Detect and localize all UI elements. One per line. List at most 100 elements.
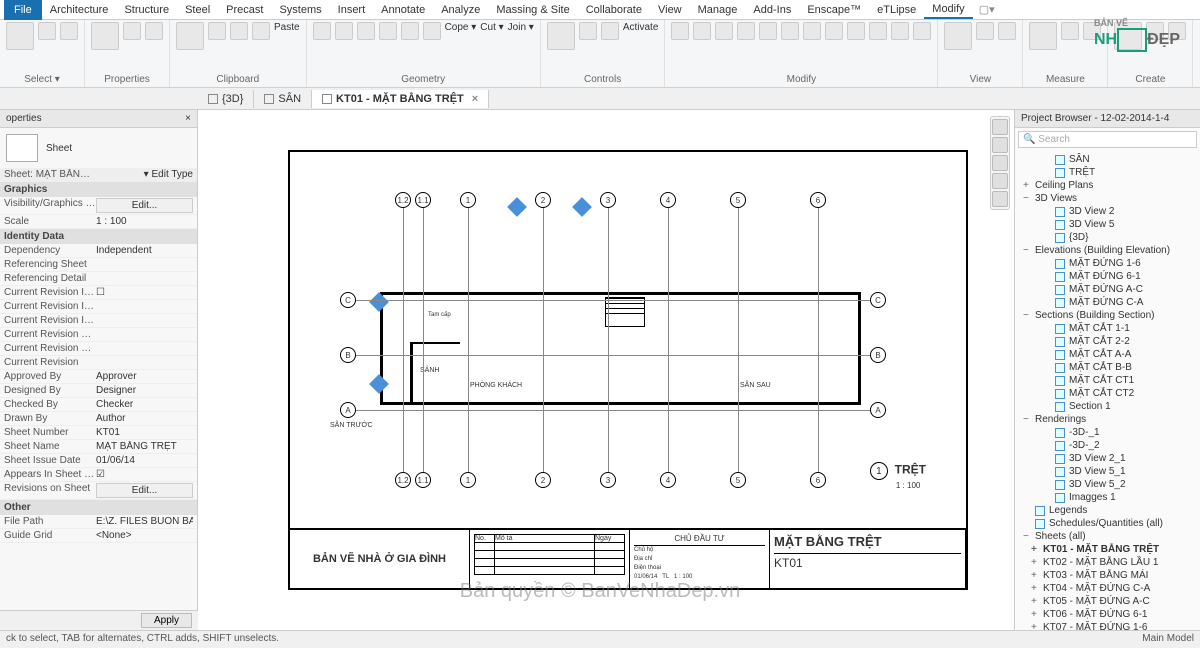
property-row[interactable]: Current Revision Date (0, 328, 197, 342)
ribbon-button[interactable] (1029, 22, 1057, 50)
ribbon-button[interactable] (379, 22, 397, 40)
property-row[interactable]: Referencing Detail (0, 272, 197, 286)
ribbon-tab[interactable]: View (650, 2, 690, 18)
edit-button[interactable]: Edit... (96, 483, 193, 498)
ribbon-button[interactable] (847, 22, 865, 40)
ribbon-button[interactable] (781, 22, 799, 40)
browser-node[interactable]: MẶT ĐỨNG 6-1 (1015, 270, 1200, 283)
ribbon-button[interactable] (1061, 22, 1079, 40)
ribbon-tab[interactable]: Insert (330, 2, 374, 18)
browser-node[interactable]: −3D Views (1015, 192, 1200, 205)
ribbon-button[interactable] (759, 22, 777, 40)
property-row[interactable]: Current Revision Issued☐ (0, 286, 197, 300)
view-tab[interactable]: KT01 - MẶT BẰNG TRỆT× (312, 90, 489, 108)
ribbon-button[interactable] (357, 22, 375, 40)
browser-node[interactable]: −Renderings (1015, 413, 1200, 426)
edit-button[interactable]: Edit... (96, 198, 193, 213)
browser-node[interactable]: 3D View 5_1 (1015, 465, 1200, 478)
ribbon-tab[interactable]: Enscape™ (799, 2, 869, 18)
ribbon-button[interactable] (145, 22, 163, 40)
type-selector[interactable]: Sheet (46, 143, 72, 154)
ribbon-tab[interactable]: Annotate (373, 2, 433, 18)
ribbon-tab[interactable]: Systems (271, 2, 329, 18)
property-row[interactable]: Current Revision Issued To (0, 314, 197, 328)
drawing-canvas[interactable]: SÂN TRƯỚC PHÒNG KHÁCH SÂN SAU SẢNH Tam c… (198, 110, 1014, 630)
ribbon-button[interactable] (91, 22, 119, 50)
ribbon-button[interactable] (998, 22, 1016, 40)
browser-node[interactable]: +KT02 - MẶT BẰNG LẦU 1 (1015, 556, 1200, 569)
browser-node[interactable]: Legends (1015, 504, 1200, 517)
ribbon-button[interactable] (601, 22, 619, 40)
ribbon-button[interactable] (208, 22, 226, 40)
property-row[interactable]: Sheet NameMẶT BẰNG TRỆT (0, 440, 197, 454)
browser-node[interactable]: 3D View 5_2 (1015, 478, 1200, 491)
property-row[interactable]: Appears In Sheet List☑ (0, 468, 197, 482)
ribbon-button[interactable] (401, 22, 419, 40)
browser-node[interactable]: MẶT CẮT CT2 (1015, 387, 1200, 400)
browser-node[interactable]: 3D View 5 (1015, 218, 1200, 231)
property-row[interactable]: File PathE:\Z. FILES BUON BAN\NH... (0, 515, 197, 529)
browser-node[interactable]: -3D-_1 (1015, 426, 1200, 439)
property-row[interactable]: DependencyIndependent (0, 244, 197, 258)
ribbon-button[interactable] (123, 22, 141, 40)
ribbon-tab[interactable]: Precast (218, 2, 271, 18)
browser-node[interactable]: +Ceiling Plans (1015, 179, 1200, 192)
browser-node[interactable]: {3D} (1015, 231, 1200, 244)
property-row[interactable]: Visibility/Graphics Overrid...Edit... (0, 197, 197, 215)
ribbon-tab[interactable]: Structure (116, 2, 177, 18)
ribbon-button[interactable] (803, 22, 821, 40)
ribbon-tab[interactable]: Steel (177, 2, 218, 18)
property-row[interactable]: Designed ByDesigner (0, 384, 197, 398)
apply-button[interactable]: Apply (141, 613, 192, 628)
ribbon-button[interactable] (6, 22, 34, 50)
ribbon-button[interactable] (913, 22, 931, 40)
ribbon-button[interactable] (891, 22, 909, 40)
browser-node[interactable]: MẶT CẮT B-B (1015, 361, 1200, 374)
ribbon-button[interactable] (230, 22, 248, 40)
ribbon-tab[interactable]: Massing & Site (488, 2, 577, 18)
browser-node[interactable]: Section 1 (1015, 400, 1200, 413)
browser-node[interactable]: +KT07 - MẶT ĐỨNG 1-6 (1015, 621, 1200, 630)
ribbon-button[interactable] (60, 22, 78, 40)
ribbon-button[interactable] (423, 22, 441, 40)
ribbon-button[interactable] (252, 22, 270, 40)
browser-node[interactable]: 3D View 2_1 (1015, 452, 1200, 465)
view-tab[interactable]: SÂN (254, 90, 312, 108)
property-row[interactable]: Scale1 : 100 (0, 215, 197, 229)
browser-node[interactable]: Schedules/Quantities (all) (1015, 517, 1200, 530)
ribbon-button[interactable] (38, 22, 56, 40)
ribbon-button[interactable] (547, 22, 575, 50)
browser-node[interactable]: Imagges 1 (1015, 491, 1200, 504)
browser-node[interactable]: MẶT CẮT 2-2 (1015, 335, 1200, 348)
ribbon-button[interactable] (869, 22, 887, 40)
browser-node[interactable]: +KT03 - MẶT BẰNG MÁI (1015, 569, 1200, 582)
browser-node[interactable]: −Sheets (all) (1015, 530, 1200, 543)
property-row[interactable]: Revisions on SheetEdit... (0, 482, 197, 500)
ribbon-button[interactable] (693, 22, 711, 40)
property-row[interactable]: Current Revision Issued By (0, 300, 197, 314)
property-row[interactable]: Current Revision (0, 356, 197, 370)
ribbon-button[interactable] (313, 22, 331, 40)
browser-node[interactable]: +KT04 - MẶT ĐỨNG C-A (1015, 582, 1200, 595)
property-row[interactable]: Guide Grid<None> (0, 529, 197, 543)
close-icon[interactable]: × (185, 113, 191, 124)
browser-node[interactable]: MẶT ĐỨNG C-A (1015, 296, 1200, 309)
ribbon-tab[interactable]: Manage (690, 2, 746, 18)
browser-node[interactable]: −Sections (Building Section) (1015, 309, 1200, 322)
close-icon[interactable]: × (472, 93, 478, 105)
ribbon-button[interactable] (335, 22, 353, 40)
browser-node[interactable]: MẶT CẮT 1-1 (1015, 322, 1200, 335)
property-row[interactable]: Drawn ByAuthor (0, 412, 197, 426)
ribbon-button[interactable] (671, 22, 689, 40)
browser-node[interactable]: −Elevations (Building Elevation) (1015, 244, 1200, 257)
view-tab[interactable]: {3D} (198, 90, 254, 108)
nav-tools[interactable] (990, 116, 1010, 210)
ribbon-button[interactable] (944, 22, 972, 50)
browser-node[interactable]: TRỆT (1015, 166, 1200, 179)
property-row[interactable]: Current Revision Descripti... (0, 342, 197, 356)
property-row[interactable]: Sheet NumberKT01 (0, 426, 197, 440)
browser-node[interactable]: MẶT ĐỨNG 1-6 (1015, 257, 1200, 270)
ribbon-button[interactable] (176, 22, 204, 50)
property-row[interactable]: Approved ByApprover (0, 370, 197, 384)
browser-node[interactable]: +KT01 - MẶT BẰNG TRỆT (1015, 543, 1200, 556)
